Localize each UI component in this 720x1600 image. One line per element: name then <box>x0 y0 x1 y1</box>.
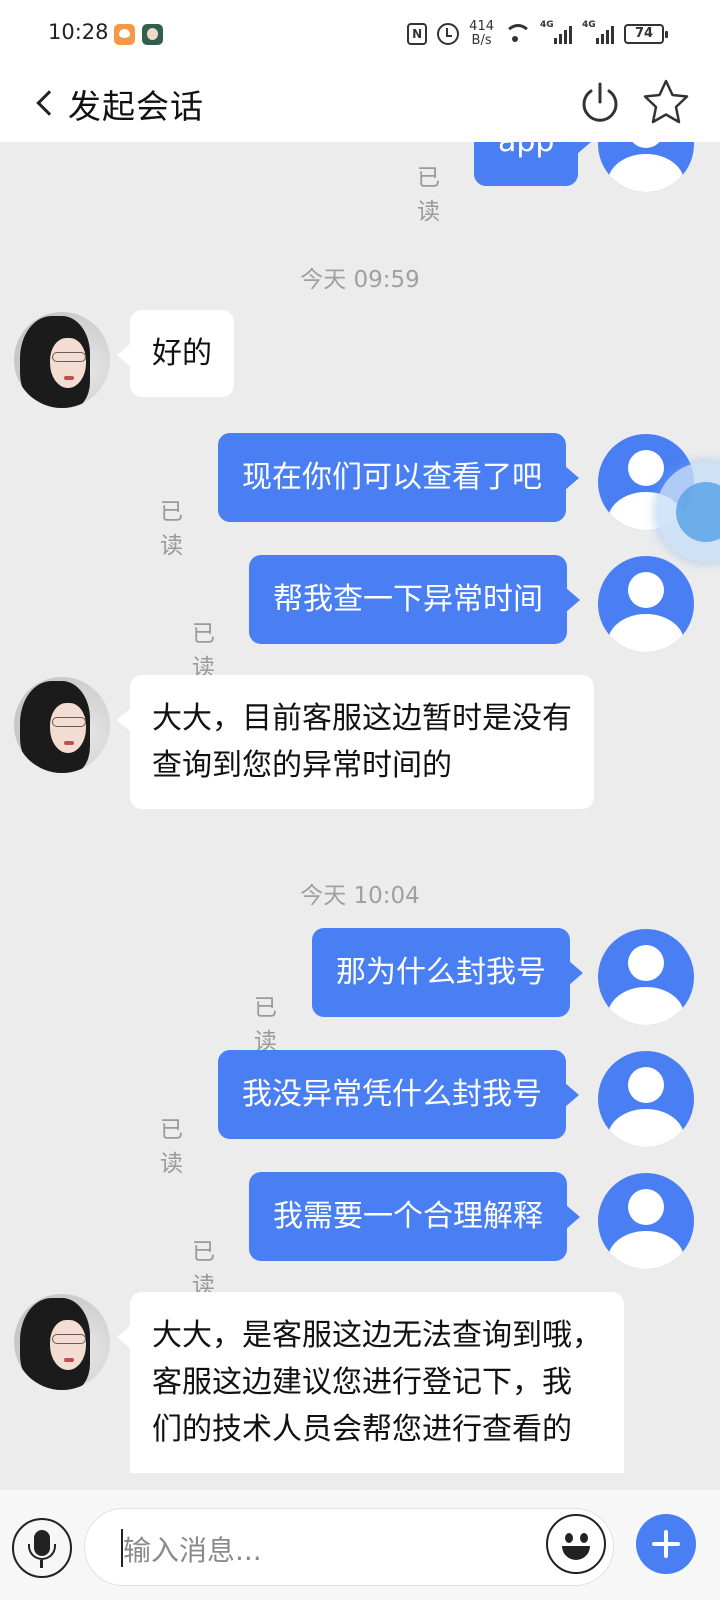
signal-icon: 4G <box>540 20 572 44</box>
user-avatar[interactable] <box>598 556 694 652</box>
message-text: 现在你们可以查看了吧 <box>242 460 542 495</box>
network-speed-unit: B/s <box>471 33 492 48</box>
avatar-notification-icon <box>142 24 163 45</box>
read-status: 已读 <box>192 621 215 681</box>
read-status: 已读 <box>192 1239 215 1299</box>
network-speed: 414 B/s <box>469 20 494 48</box>
message-text: app <box>498 142 554 159</box>
user-avatar[interactable] <box>598 929 694 1025</box>
message-bubble[interactable]: 我没异常凭什么封我号 <box>218 1050 579 1139</box>
agent-avatar[interactable] <box>14 1294 110 1390</box>
signal-tag-2: 4G <box>582 20 596 30</box>
message-input[interactable]: 输入消息... <box>84 1508 614 1586</box>
emoji-icon <box>565 1533 573 1543</box>
back-icon[interactable] <box>30 86 64 120</box>
agent-avatar[interactable] <box>14 312 110 408</box>
star-icon[interactable] <box>640 76 692 128</box>
message-text: 好的 <box>152 336 212 371</box>
message-text-line: 查询到您的异常时间的 <box>152 748 452 783</box>
signal-icon-2: 4G <box>582 20 614 44</box>
message-bubble[interactable]: app <box>474 142 593 186</box>
top-nav-bar: 发起会话 <box>0 66 720 142</box>
message-text-line: 大大，目前客服这边暂时是没有 <box>152 701 572 736</box>
read-status: 已读 <box>254 995 277 1055</box>
emoji-button[interactable] <box>546 1514 606 1574</box>
voice-input-button[interactable] <box>12 1518 72 1578</box>
status-bar: 10:28 N 414 B/s 4G 4G 74 <box>0 0 720 66</box>
message-bubble[interactable]: 我需要一个合理解释 <box>249 1172 580 1261</box>
message-bubble[interactable]: 帮我查一下异常时间 <box>249 555 580 644</box>
message-bubble[interactable]: 大大，目前客服这边暂时是没有 查询到您的异常时间的 <box>117 675 594 809</box>
message-text: 我需要一个合理解释 <box>273 1199 543 1234</box>
user-avatar[interactable] <box>598 142 694 192</box>
signal-tag: 4G <box>540 20 554 30</box>
chat-timestamp: 今天 09:59 <box>300 267 420 293</box>
read-status: 已读 <box>160 1117 183 1177</box>
status-indicators: N 414 B/s 4G 4G 74 <box>407 18 668 50</box>
plus-icon[interactable] <box>636 1514 696 1574</box>
message-bubble[interactable]: 那为什么封我号 <box>312 928 583 1017</box>
message-input-placeholder: 输入消息... <box>123 1534 262 1567</box>
message-bubble[interactable]: 现在你们可以查看了吧 <box>218 433 579 522</box>
message-bubble[interactable]: 好的 <box>117 310 234 397</box>
battery-icon: 74 <box>624 24 668 44</box>
message-text-line: 们的技术人员会帮您进行查看的 <box>152 1412 572 1447</box>
nfc-icon: N <box>407 23 428 45</box>
chat-timestamp: 今天 10:04 <box>300 883 420 909</box>
chat-area[interactable]: 已读 app 今天 09:59 好的 已读 现在你们可以查看了吧 已读 帮我查一… <box>0 142 720 1490</box>
read-status: 已读 <box>160 499 183 559</box>
message-text-line: 大大，是客服这边无法查询到哦， <box>152 1318 602 1353</box>
user-avatar[interactable] <box>598 1051 694 1147</box>
wifi-icon <box>504 24 532 44</box>
network-speed-value: 414 <box>469 19 494 34</box>
message-text: 那为什么封我号 <box>336 955 546 990</box>
power-icon[interactable] <box>575 78 625 128</box>
app-notification-icon <box>114 24 135 45</box>
alarm-icon <box>437 23 460 45</box>
read-status: 已读 <box>417 165 440 225</box>
message-text: 帮我查一下异常时间 <box>273 582 543 617</box>
input-bar: 输入消息... <box>0 1490 720 1600</box>
message-bubble[interactable]: 大大，是客服这边无法查询到哦， 客服这边建议您进行登记下，我 们的技术人员会帮您… <box>117 1292 624 1473</box>
user-avatar[interactable] <box>598 1173 694 1269</box>
status-time: 10:28 <box>48 20 109 44</box>
agent-avatar[interactable] <box>14 677 110 773</box>
page-title: 发起会话 <box>68 87 204 126</box>
message-text: 我没异常凭什么封我号 <box>242 1077 542 1112</box>
message-text-line: 客服这边建议您进行登记下，我 <box>152 1365 572 1400</box>
